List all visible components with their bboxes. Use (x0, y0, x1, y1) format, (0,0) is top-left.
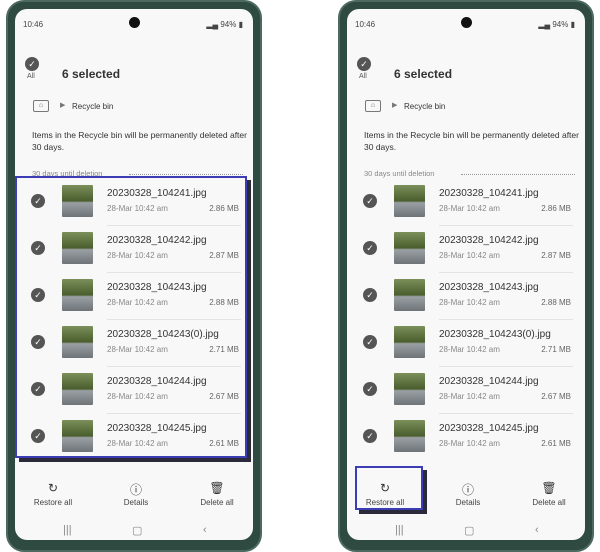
delete-label: Delete all (532, 498, 566, 507)
file-row[interactable]: ✓ 20230328_104242.jpg 28-Mar 10:42 am 2.… (355, 226, 577, 273)
file-name: 20230328_104243.jpg (439, 282, 539, 293)
file-checkbox[interactable]: ✓ (363, 382, 377, 396)
file-date: 28-Mar 10:42 am (439, 345, 500, 354)
restore-icon: ↻ (47, 481, 59, 495)
restore-all-button[interactable]: ↻ Restore all (23, 481, 83, 507)
file-row[interactable]: ✓ 20230328_104243.jpg 28-Mar 10:42 am 2.… (355, 273, 577, 320)
file-thumbnail (394, 326, 425, 358)
file-row[interactable]: ✓ 20230328_104245.jpg 28-Mar 10:42 am 2.… (355, 414, 577, 461)
home-icon[interactable]: ▢ (464, 524, 474, 537)
back-icon[interactable]: ‹ (203, 524, 207, 536)
select-all-label: All (27, 73, 35, 80)
file-date: 28-Mar 10:42 am (439, 251, 500, 260)
delete-label: Delete all (200, 498, 234, 507)
breadcrumb[interactable]: Recycle bin (404, 102, 445, 111)
breadcrumb-arrow-icon: ▶ (60, 102, 66, 109)
home-folder-icon[interactable]: ⌂ (33, 100, 49, 112)
file-thumbnail (394, 232, 425, 264)
file-row[interactable]: ✓ 20230328_104241.jpg 28-Mar 10:42 am 2.… (355, 179, 577, 226)
camera-cutout (129, 17, 140, 28)
status-time: 10:46 (23, 20, 44, 29)
select-all-checkbox[interactable]: ✓ (357, 57, 371, 71)
file-checkbox[interactable]: ✓ (363, 194, 377, 208)
file-size: 2.88 MB (541, 298, 571, 307)
file-date: 28-Mar 10:42 am (439, 439, 500, 448)
file-thumbnail (394, 185, 425, 217)
file-checkbox[interactable]: ✓ (363, 241, 377, 255)
file-row[interactable]: ✓ 20230328_104243(0).jpg 28-Mar 10:42 am… (355, 320, 577, 367)
details-button[interactable]: ⓘ Details (106, 481, 166, 507)
status-battery: ▂▄ 94% ▮ (206, 20, 243, 29)
file-row[interactable]: ✓ 20230328_104244.jpg 28-Mar 10:42 am 2.… (355, 367, 577, 414)
battery-level: 94% (552, 20, 569, 29)
file-thumbnail (394, 373, 425, 405)
file-name: 20230328_104241.jpg (439, 188, 539, 199)
file-date: 28-Mar 10:42 am (439, 204, 500, 213)
file-name: 20230328_104245.jpg (439, 423, 539, 434)
details-button[interactable]: ⓘ Details (438, 481, 498, 507)
breadcrumb[interactable]: Recycle bin (72, 102, 113, 111)
file-name: 20230328_104243(0).jpg (439, 329, 551, 340)
file-thumbnail (394, 279, 425, 311)
recent-apps-icon[interactable]: ||| (395, 524, 404, 536)
notice-text: Items in the Recycle bin will be permane… (32, 130, 247, 152)
section-header: 30 days until deletion (364, 169, 435, 178)
file-name: 20230328_104242.jpg (439, 235, 539, 246)
page-title: 6 selected (394, 67, 453, 81)
select-all-label: All (359, 73, 367, 80)
breadcrumb-arrow-icon: ▶ (392, 102, 398, 109)
back-icon[interactable]: ‹ (535, 524, 539, 536)
file-name: 20230328_104244.jpg (439, 376, 539, 387)
file-size: 2.67 MB (541, 392, 571, 401)
details-label: Details (123, 498, 149, 507)
delete-all-button[interactable]: 🗑 Delete all (187, 481, 247, 507)
delete-all-button[interactable]: 🗑 Delete all (519, 481, 579, 507)
file-size: 2.87 MB (541, 251, 571, 260)
trash-icon: 🗑 (541, 481, 557, 495)
restore-label: Restore all (33, 498, 73, 507)
file-checkbox[interactable]: ✓ (363, 288, 377, 302)
screen: 10:46 ▂▄ 94% ▮ ✓ All 6 selected ⌂ ▶ Recy… (347, 9, 585, 540)
home-folder-icon[interactable]: ⌂ (365, 100, 381, 112)
recent-apps-icon[interactable]: ||| (63, 524, 72, 536)
trash-icon: 🗑 (209, 481, 225, 495)
file-checkbox[interactable]: ✓ (363, 429, 377, 443)
file-date: 28-Mar 10:42 am (439, 298, 500, 307)
home-icon[interactable]: ▢ (132, 524, 142, 537)
file-size: 2.61 MB (541, 439, 571, 448)
battery-level: 94% (220, 20, 237, 29)
file-checkbox[interactable]: ✓ (363, 335, 377, 349)
file-size: 2.71 MB (541, 345, 571, 354)
info-icon: ⓘ (129, 483, 142, 497)
status-battery: ▂▄ 94% ▮ (538, 20, 575, 29)
highlight-file-list (15, 176, 247, 458)
notice-text: Items in the Recycle bin will be permane… (364, 130, 579, 152)
details-label: Details (455, 498, 481, 507)
divider (461, 174, 575, 175)
file-thumbnail (394, 420, 425, 452)
page-title: 6 selected (62, 67, 121, 81)
select-all-checkbox[interactable]: ✓ (25, 57, 39, 71)
info-icon: ⓘ (461, 483, 474, 497)
status-time: 10:46 (355, 20, 376, 29)
camera-cutout (461, 17, 472, 28)
file-size: 2.86 MB (541, 204, 571, 213)
file-date: 28-Mar 10:42 am (439, 392, 500, 401)
highlight-restore-all (355, 466, 423, 510)
divider (129, 174, 243, 175)
